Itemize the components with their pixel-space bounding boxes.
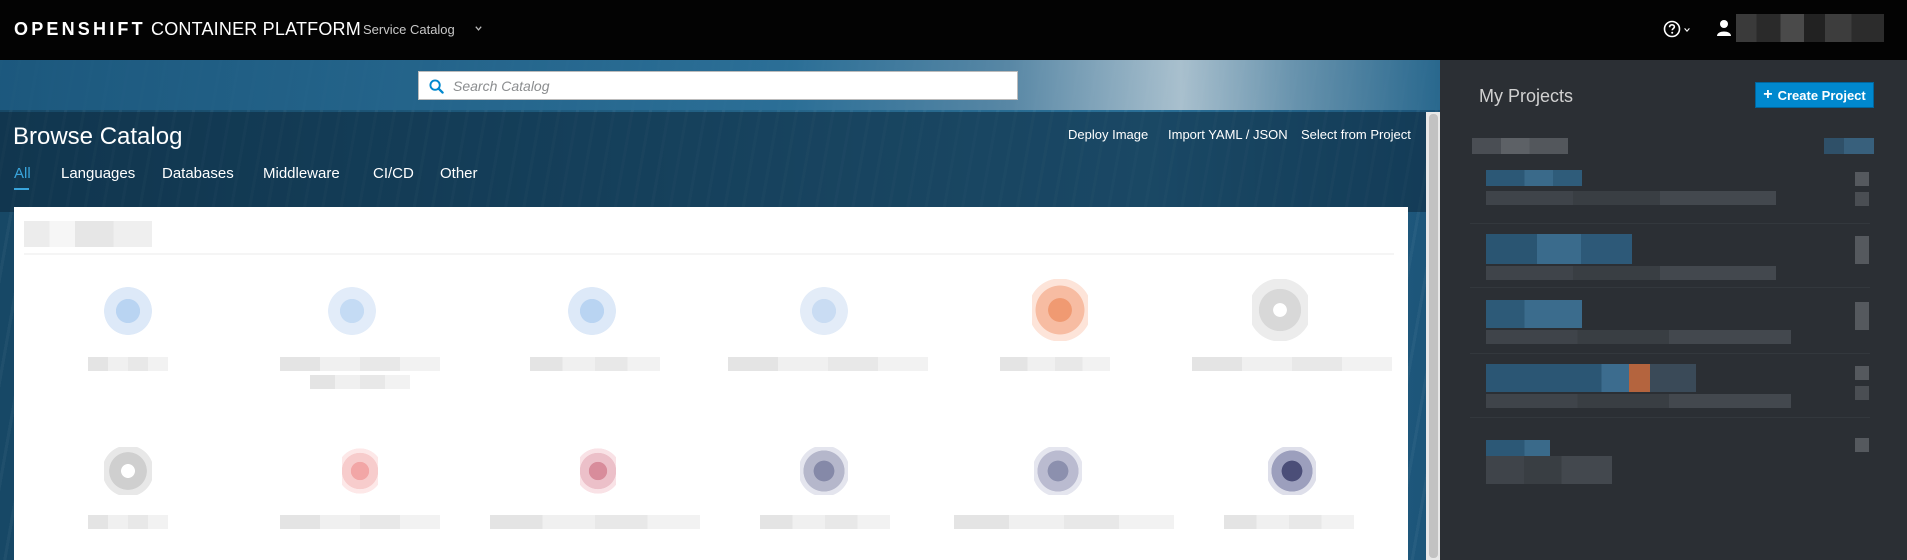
top-navbar: OPENSHIFT CONTAINER PLATFORM Service Cat… xyxy=(0,0,1907,60)
projects-sort-redacted[interactable] xyxy=(1824,138,1874,154)
project-description-redacted xyxy=(1486,394,1791,408)
deploy-image-link[interactable]: Deploy Image xyxy=(1068,127,1148,142)
divider xyxy=(24,253,1394,255)
project-row[interactable] xyxy=(1470,294,1870,354)
catalog-item-icon[interactable] xyxy=(1032,279,1088,341)
catalog-item-icon[interactable] xyxy=(104,287,152,335)
catalog-item-label xyxy=(280,357,440,371)
active-tab-indicator xyxy=(14,188,29,190)
catalog-item-icon[interactable] xyxy=(800,447,848,495)
project-description-redacted xyxy=(1486,456,1612,484)
project-row[interactable] xyxy=(1470,164,1870,224)
projects-title: My Projects xyxy=(1479,86,1574,106)
tab-other[interactable]: Other xyxy=(440,165,478,182)
help-icon[interactable] xyxy=(1663,20,1681,38)
search-icon xyxy=(429,79,444,94)
search-box[interactable] xyxy=(418,71,1018,100)
kebab-menu-icon[interactable] xyxy=(1855,302,1869,330)
help-chevron-down-icon[interactable] xyxy=(1683,26,1691,34)
project-row[interactable] xyxy=(1470,358,1870,418)
catalog-item-icon[interactable] xyxy=(342,447,378,495)
brand-logo[interactable]: OPENSHIFT CONTAINER PLATFORM xyxy=(14,19,361,40)
catalog-item-icon[interactable] xyxy=(328,287,376,335)
catalog-item-label xyxy=(280,515,440,529)
import-yaml-link[interactable]: Import YAML / JSON xyxy=(1168,127,1288,142)
select-from-project-link[interactable]: Select from Project xyxy=(1301,127,1411,142)
catalog-item-icon[interactable] xyxy=(580,447,616,495)
project-name-redacted[interactable] xyxy=(1486,170,1582,186)
project-name-redacted[interactable] xyxy=(1486,234,1632,264)
page-title: Browse Catalog xyxy=(13,123,183,150)
catalog-item-label xyxy=(1192,357,1392,371)
catalog-item-icon[interactable] xyxy=(1034,447,1082,495)
context-selector[interactable]: Service Catalog xyxy=(363,22,455,37)
project-name-redacted[interactable] xyxy=(1486,300,1582,328)
catalog-hero: Browse Catalog Deploy Image Import YAML … xyxy=(0,60,1440,560)
chevron-down-icon[interactable] xyxy=(474,24,483,33)
kebab-menu-icon[interactable] xyxy=(1855,386,1869,400)
catalog-item-label xyxy=(530,357,660,371)
tab-all[interactable]: All xyxy=(14,165,31,182)
brand-name-rest: CONTAINER PLATFORM xyxy=(145,19,361,39)
tab-languages[interactable]: Languages xyxy=(61,165,135,182)
category-heading-redacted xyxy=(24,221,152,247)
kebab-menu-icon[interactable] xyxy=(1855,172,1869,186)
catalog-item-icon[interactable] xyxy=(568,287,616,335)
kebab-menu-icon[interactable] xyxy=(1855,438,1869,452)
catalog-items-panel xyxy=(14,207,1408,560)
project-description-redacted xyxy=(1486,191,1776,205)
catalog-item-icon[interactable] xyxy=(1252,279,1308,341)
catalog-item-label xyxy=(88,515,168,529)
project-name-redacted[interactable] xyxy=(1486,440,1550,456)
project-description-redacted xyxy=(1486,330,1791,344)
catalog-item-label xyxy=(1224,515,1354,529)
catalog-item-icon[interactable] xyxy=(1268,447,1316,495)
create-project-label: Create Project xyxy=(1777,87,1866,103)
username-redacted[interactable] xyxy=(1736,14,1884,42)
project-row[interactable] xyxy=(1470,434,1870,494)
scrollbar-thumb[interactable] xyxy=(1429,114,1438,558)
project-row[interactable] xyxy=(1470,228,1870,288)
tab-cicd[interactable]: CI/CD xyxy=(373,165,414,182)
tab-middleware[interactable]: Middleware xyxy=(263,165,340,182)
kebab-menu-icon[interactable] xyxy=(1855,366,1869,380)
project-name-redacted[interactable] xyxy=(1486,364,1696,392)
project-description-redacted xyxy=(1486,266,1776,280)
catalog-item-icon[interactable] xyxy=(104,447,152,495)
projects-filter-redacted[interactable] xyxy=(1472,138,1568,154)
catalog-item-label xyxy=(954,515,1174,529)
catalog-item-label xyxy=(310,375,410,389)
catalog-item-label xyxy=(760,515,890,529)
plus-icon: + xyxy=(1763,86,1773,103)
create-project-button[interactable]: + Create Project xyxy=(1755,82,1874,108)
search-input[interactable] xyxy=(453,72,1003,99)
tab-databases[interactable]: Databases xyxy=(162,165,234,182)
kebab-menu-icon[interactable] xyxy=(1855,192,1869,206)
brand-name-bold: OPENSHIFT xyxy=(14,19,146,39)
catalog-item-label xyxy=(88,357,168,371)
catalog-item-label xyxy=(490,515,700,529)
kebab-menu-icon[interactable] xyxy=(1855,236,1869,264)
user-icon[interactable] xyxy=(1716,19,1732,37)
catalog-item-icon[interactable] xyxy=(800,287,848,335)
catalog-item-label xyxy=(1000,357,1110,371)
catalog-item-label xyxy=(728,357,928,371)
